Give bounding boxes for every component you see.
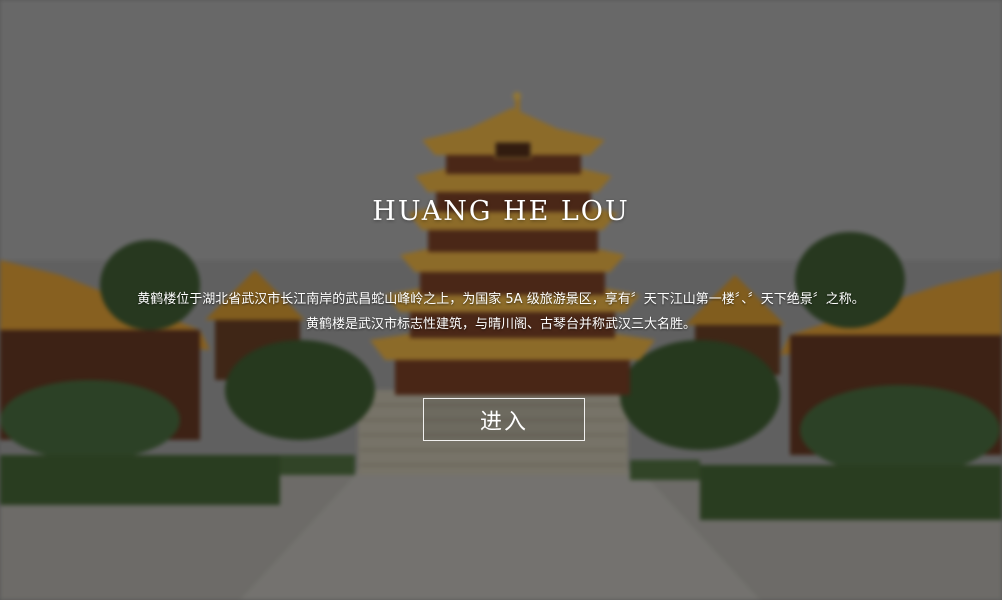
landing-page: HUANG HE LOU 黄鹤楼位于湖北省武汉市长江南岸的武昌蛇山峰岭之上，为国… (0, 0, 1002, 600)
intro-line-1: 黄鹤楼位于湖北省武汉市长江南岸的武昌蛇山峰岭之上，为国家 5A 级旅游景区，享有… (137, 292, 865, 307)
enter-button[interactable]: 进入 (423, 398, 585, 441)
intro-line-2: 黄鹤楼是武汉市标志性建筑，与晴川阁、古琴台并称武汉三大名胜。 (305, 317, 696, 332)
site-title: HUANG HE LOU (372, 196, 630, 227)
